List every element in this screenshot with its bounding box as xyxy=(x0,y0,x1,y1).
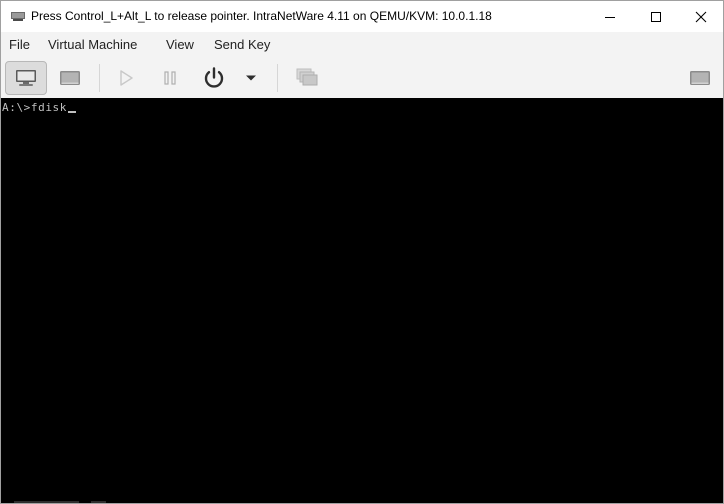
close-button[interactable] xyxy=(678,1,723,32)
console-command: fdisk xyxy=(30,101,68,114)
run-icon xyxy=(120,70,133,86)
maximize-icon xyxy=(651,11,661,22)
maximize-button[interactable] xyxy=(633,1,679,32)
pause-button[interactable] xyxy=(153,61,187,95)
pause-icon xyxy=(164,71,176,85)
console-monitor-icon xyxy=(16,70,36,86)
title-bar[interactable]: Press Control_L+Alt_L to release pointer… xyxy=(1,1,723,32)
toolbar xyxy=(1,57,723,98)
power-icon xyxy=(204,67,224,88)
details-view-button[interactable] xyxy=(51,61,89,95)
vm-console-display[interactable]: A:\>fdisk xyxy=(1,98,723,503)
console-bottom-artifact xyxy=(14,501,106,503)
close-icon xyxy=(695,11,707,22)
vm-viewer-window: Press Control_L+Alt_L to release pointer… xyxy=(0,0,724,504)
menu-file[interactable]: File xyxy=(9,37,30,52)
menu-bar: File Virtual Machine View Send Key xyxy=(1,32,723,58)
snapshots-icon xyxy=(296,68,318,86)
text-cursor xyxy=(68,111,77,113)
dropdown-arrow-icon xyxy=(246,75,256,81)
virt-manager-icon xyxy=(10,11,26,22)
console-view-button[interactable] xyxy=(5,61,47,95)
fullscreen-icon xyxy=(690,71,710,85)
power-menu-dropdown[interactable] xyxy=(239,61,263,95)
window-title: Press Control_L+Alt_L to release pointer… xyxy=(31,9,492,23)
menu-virtual-machine[interactable]: Virtual Machine xyxy=(48,37,137,52)
minimize-icon xyxy=(605,16,615,18)
command-line: A:\>fdisk xyxy=(2,101,77,114)
menu-view[interactable]: View xyxy=(166,37,194,52)
power-button[interactable] xyxy=(197,61,231,95)
minimize-button[interactable] xyxy=(587,1,633,32)
details-icon xyxy=(60,71,80,85)
snapshots-button[interactable] xyxy=(289,61,325,95)
toolbar-separator xyxy=(99,64,100,92)
toolbar-separator xyxy=(277,64,278,92)
fullscreen-button[interactable] xyxy=(683,61,717,95)
menu-send-key[interactable]: Send Key xyxy=(214,37,270,52)
run-button[interactable] xyxy=(109,61,143,95)
console-prompt: A:\> xyxy=(2,101,31,114)
